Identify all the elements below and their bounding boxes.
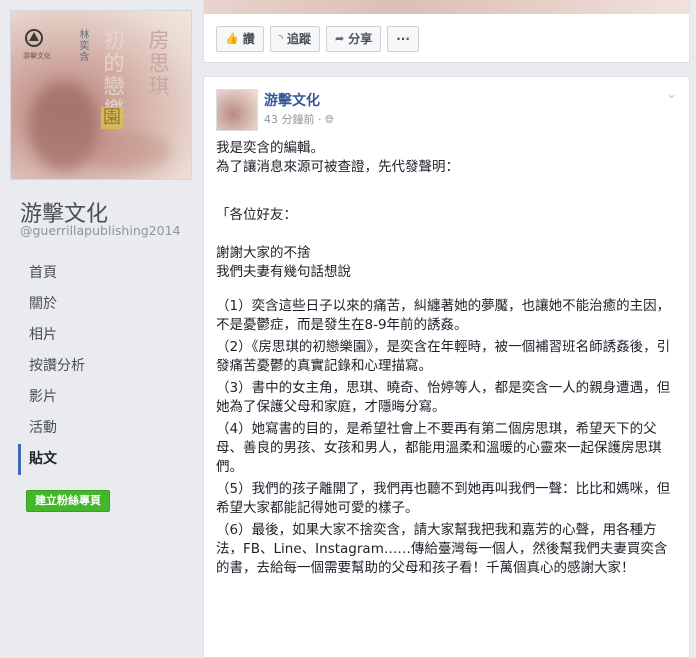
post-paragraph: （1）奕含這些日子以來的痛苦，糾纏著她的夢魘，也讓她不能治癒的主因，不是憂鬱症，…	[216, 298, 671, 333]
follow-button[interactable]: ◝ 追蹤	[269, 26, 320, 52]
post-paragraph: （5）我們的孩子離開了，我們再也聽不到她再叫我們一聲：比比和媽咪，但希望大家都能…	[216, 481, 671, 516]
cover-title-yuan: 園	[101, 107, 123, 129]
page-handle[interactable]: @guerrillapublishing2014	[20, 223, 181, 238]
page-cover-photo[interactable]: 游擊文化 林奕含 房思琪 初的戀樂 園	[10, 10, 192, 180]
share-arrow-icon: ➦	[335, 32, 345, 45]
post-time-text: 43 分鐘前 ·	[264, 113, 325, 126]
post-paragraph: （6）最後，如果大家不捨奕含，請大家幫我把我和嘉芳的心聲，用各種方法，FB、Li…	[216, 522, 668, 576]
post-line: 謝謝大家的不捨	[216, 245, 311, 261]
cover-author: 林奕含	[77, 29, 88, 62]
create-fan-page-button[interactable]: 建立粉絲專頁	[26, 490, 110, 512]
post-line: 「各位好友：	[216, 207, 297, 223]
cover-title-col1: 房思琪	[146, 29, 170, 98]
left-column: 游擊文化 林奕含 房思琪 初的戀樂 園 游擊文化 @guerrillapubli…	[0, 0, 196, 635]
page-nav: 首頁 關於 相片 按讚分析 影片 活動 貼文	[18, 258, 190, 475]
nav-item-home[interactable]: 首頁	[18, 258, 190, 289]
post-avatar[interactable]	[216, 89, 258, 131]
share-button[interactable]: ➦ 分享	[326, 26, 382, 52]
post-line: 我們夫妻有幾句話想說	[216, 264, 351, 280]
chevron-down-icon[interactable]: ⌄	[666, 87, 677, 102]
follow-label: 追蹤	[286, 32, 311, 46]
publisher-logo-icon	[25, 29, 43, 47]
post-timestamp[interactable]: 43 分鐘前 · 🌐︎	[264, 111, 334, 127]
post-paragraph: （4）她寫書的目的，是希望社會上不要再有第二個房思琪，希望天下的父母、善良的男孩…	[216, 421, 662, 475]
post-body: 我是奕含的編輯。 為了讓消息來源可被查證，先代發聲明： 「各位好友： 謝謝大家的…	[216, 139, 678, 578]
like-button[interactable]: 👍 讚	[216, 26, 264, 52]
publisher-mark: 游擊文化	[23, 52, 51, 60]
post-line: 我是奕含的編輯。	[216, 140, 324, 156]
cover-decoration	[81, 131, 171, 171]
cover-strip	[204, 0, 689, 14]
nav-item-about[interactable]: 關於	[18, 289, 190, 320]
nav-item-likes[interactable]: 按讚分析	[18, 351, 190, 382]
post-line: 為了讓消息來源可被查證，先代發聲明：	[216, 159, 459, 175]
nav-item-photos[interactable]: 相片	[18, 320, 190, 351]
more-button[interactable]: ···	[387, 26, 419, 52]
share-label: 分享	[348, 32, 373, 46]
post-card: 游擊文化 43 分鐘前 · 🌐︎ ⌄ 我是奕含的編輯。 為了讓消息來源可被查證，…	[203, 76, 690, 658]
post-paragraph: （2）《房思琪的初戀樂園》，是奕含在年輕時，被一個補習班名師誘姦後，引發痛苦憂鬱…	[216, 339, 671, 374]
post-author-link[interactable]: 游擊文化	[264, 90, 320, 110]
more-label: ···	[396, 32, 410, 46]
like-label: 讚	[242, 32, 255, 46]
nav-item-posts[interactable]: 貼文	[18, 444, 190, 475]
globe-icon: 🌐︎	[324, 113, 334, 126]
page-actions-card: 👍 讚 ◝ 追蹤 ➦ 分享 ···	[203, 0, 690, 63]
thumbs-up-icon: 👍	[225, 32, 239, 45]
rss-icon: ◝	[278, 32, 283, 45]
nav-item-events[interactable]: 活動	[18, 413, 190, 444]
nav-item-videos[interactable]: 影片	[18, 382, 190, 413]
post-paragraph: （3）書中的女主角，思琪、曉奇、怡婷等人，都是奕含一人的親身遭遇，但她為了保護父…	[216, 380, 671, 415]
action-bar: 👍 讚 ◝ 追蹤 ➦ 分享 ···	[216, 26, 419, 52]
